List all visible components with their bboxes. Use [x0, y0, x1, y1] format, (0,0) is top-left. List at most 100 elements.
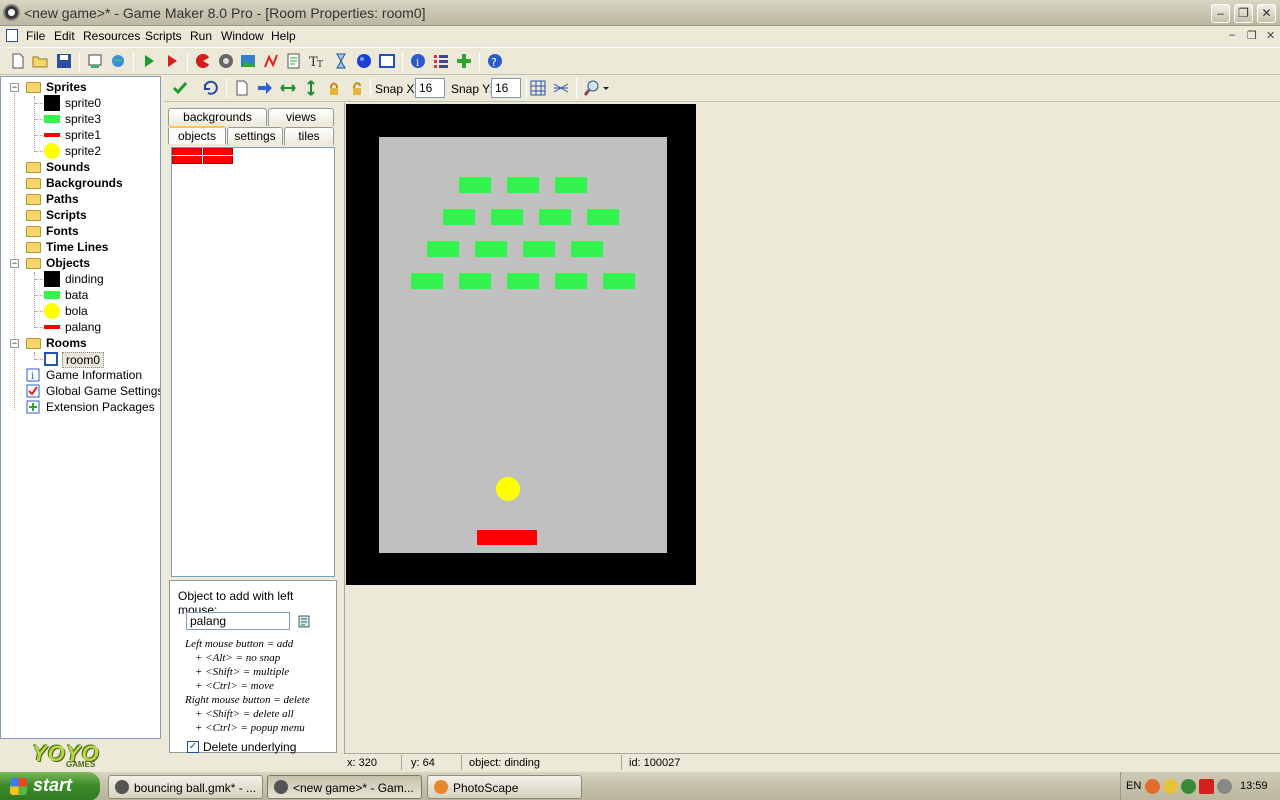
start-button[interactable]: start: [0, 772, 100, 800]
snap-x-input[interactable]: 16: [415, 78, 445, 98]
brick-instance[interactable]: [603, 273, 635, 289]
expand-toggle[interactable]: −: [10, 83, 19, 92]
menu-edit[interactable]: Edit: [54, 29, 75, 43]
tree-item-dinding[interactable]: dinding: [1, 271, 160, 287]
menu-run[interactable]: Run: [190, 29, 212, 43]
child-restore-button[interactable]: ❐: [1247, 29, 1257, 42]
game-information-icon[interactable]: i: [410, 53, 426, 69]
object-menu-icon[interactable]: [298, 615, 312, 628]
expand-toggle[interactable]: −: [10, 339, 19, 348]
add-sprite-icon[interactable]: [195, 53, 211, 69]
menu-help[interactable]: Help: [271, 29, 296, 43]
run-icon[interactable]: [141, 53, 157, 69]
tree-folder-sprites[interactable]: − Sprites: [1, 79, 160, 95]
tree-item-bata[interactable]: bata: [1, 287, 160, 303]
child-close-button[interactable]: ✕: [1266, 29, 1275, 42]
tree-item-room0[interactable]: room0: [1, 351, 160, 368]
publish-icon[interactable]: [110, 53, 126, 69]
tab-backgrounds[interactable]: backgrounds: [168, 108, 267, 126]
brick-instance[interactable]: [459, 273, 491, 289]
add-object-icon[interactable]: [356, 53, 372, 69]
brick-instance[interactable]: [539, 209, 571, 225]
tree-folder-backgrounds[interactable]: Backgrounds: [1, 175, 160, 191]
restore-button[interactable]: ❐: [1234, 4, 1253, 23]
minimize-button[interactable]: –: [1211, 4, 1230, 23]
brick-instance[interactable]: [411, 273, 443, 289]
expand-toggle[interactable]: −: [10, 259, 19, 268]
child-minimize-button[interactable]: –: [1229, 29, 1235, 41]
brick-instance[interactable]: [507, 177, 539, 193]
shift-instances-icon[interactable]: [257, 80, 273, 96]
tree-item-sprite3[interactable]: sprite3: [1, 111, 160, 127]
tree-folder-rooms[interactable]: − Rooms: [1, 335, 160, 351]
brick-instance[interactable]: [507, 273, 539, 289]
tab-tiles[interactable]: tiles: [284, 127, 334, 145]
paddle-instance[interactable]: [477, 530, 537, 545]
add-timeline-icon[interactable]: [333, 53, 349, 69]
tab-objects[interactable]: objects: [168, 126, 226, 144]
object-selector[interactable]: palang: [186, 612, 290, 630]
menu-resources[interactable]: Resources: [83, 29, 140, 43]
new-file-icon[interactable]: [10, 53, 26, 69]
clear-room-icon[interactable]: [234, 80, 250, 96]
taskbar-item-bouncing-ball[interactable]: bouncing ball.gmk* - ...: [108, 775, 263, 799]
instance-list[interactable]: [171, 147, 335, 577]
tree-item-global-settings[interactable]: Global Game Settings: [1, 383, 160, 399]
menu-file[interactable]: File: [26, 29, 45, 43]
help-icon[interactable]: ?: [487, 53, 503, 69]
instance-list-item[interactable]: [203, 148, 233, 164]
game-maker-icon[interactable]: [3, 4, 20, 21]
tree-item-game-information[interactable]: i Game Information: [1, 367, 160, 383]
tree-item-sprite1[interactable]: sprite1: [1, 127, 160, 143]
tree-item-palang[interactable]: palang: [1, 319, 160, 335]
document-icon[interactable]: [6, 29, 18, 42]
language-indicator[interactable]: EN: [1126, 780, 1141, 792]
tree-item-extension-packages[interactable]: Extension Packages: [1, 399, 160, 415]
add-room-icon[interactable]: [379, 53, 395, 69]
tree-folder-timelines[interactable]: Time Lines: [1, 239, 160, 255]
instance-list-item[interactable]: [172, 148, 202, 164]
room-floor[interactable]: [379, 137, 667, 553]
tree-item-bola[interactable]: bola: [1, 303, 160, 319]
brick-instance[interactable]: [459, 177, 491, 193]
security-shield-icon[interactable]: [1163, 779, 1178, 794]
brick-instance[interactable]: [443, 209, 475, 225]
brick-instance[interactable]: [571, 241, 603, 257]
taskbar-item-new-game[interactable]: <new game>* - Gam...: [267, 775, 422, 799]
sort-x-icon[interactable]: [280, 80, 296, 96]
tree-item-sprite2[interactable]: sprite2: [1, 143, 160, 159]
tab-views[interactable]: views: [268, 108, 334, 126]
taskbar-item-photoscape[interactable]: PhotoScape: [427, 775, 582, 799]
tray-app-icon[interactable]: [1181, 779, 1196, 794]
add-script-icon[interactable]: [286, 53, 302, 69]
tree-folder-sounds[interactable]: Sounds: [1, 159, 160, 175]
room-wall[interactable]: [346, 104, 696, 585]
brick-instance[interactable]: [475, 241, 507, 257]
brick-instance[interactable]: [523, 241, 555, 257]
tray-alert-icon[interactable]: [1199, 779, 1214, 794]
ball-instance[interactable]: [496, 477, 520, 501]
create-executable-icon[interactable]: [87, 53, 103, 69]
close-button[interactable]: ✕: [1257, 4, 1276, 23]
brick-instance[interactable]: [427, 241, 459, 257]
undo-icon[interactable]: [202, 80, 218, 96]
add-sound-icon[interactable]: [218, 53, 234, 69]
tray-expand-icon[interactable]: [1145, 779, 1160, 794]
brick-instance[interactable]: [491, 209, 523, 225]
tree-folder-scripts[interactable]: Scripts: [1, 207, 160, 223]
tree-folder-paths[interactable]: Paths: [1, 191, 160, 207]
menu-scripts[interactable]: Scripts: [145, 29, 182, 43]
extension-packages-icon[interactable]: [456, 53, 472, 69]
tree-folder-objects[interactable]: − Objects: [1, 255, 160, 271]
lock-instances-icon[interactable]: [326, 80, 342, 96]
brick-instance[interactable]: [587, 209, 619, 225]
brick-instance[interactable]: [555, 177, 587, 193]
zoom-icon[interactable]: [584, 80, 600, 96]
toggle-grid-icon[interactable]: [530, 80, 546, 96]
sort-y-icon[interactable]: [303, 80, 319, 96]
add-background-icon[interactable]: [240, 53, 256, 69]
delete-underlying-checkbox[interactable]: ✓: [187, 741, 199, 753]
brick-instance[interactable]: [555, 273, 587, 289]
tab-settings[interactable]: settings: [227, 127, 283, 145]
add-font-icon[interactable]: TT: [309, 53, 325, 69]
